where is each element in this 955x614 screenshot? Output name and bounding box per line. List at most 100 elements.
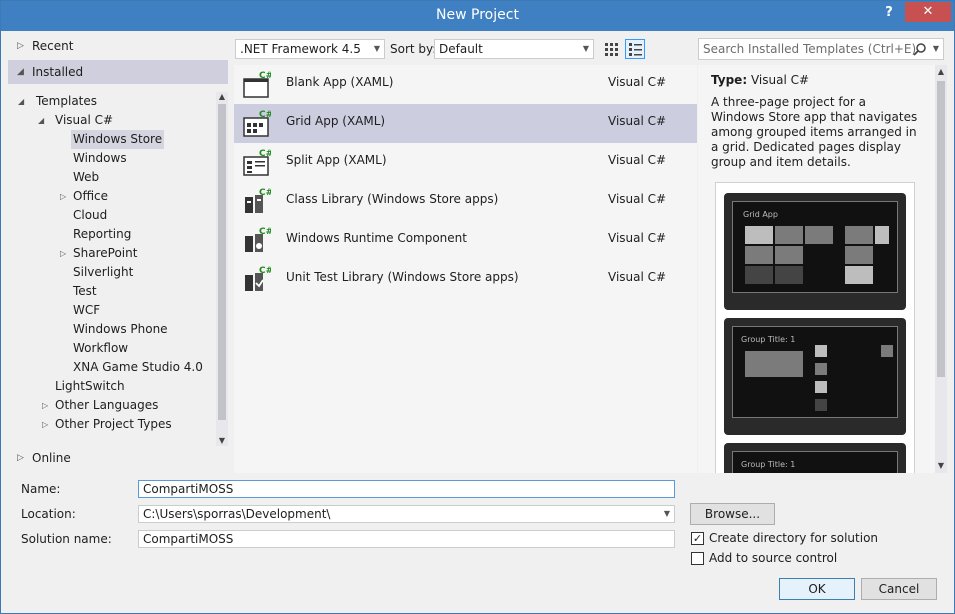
tree-item-windows[interactable]: Windows xyxy=(71,149,129,168)
tree-item-other-project-types[interactable]: Other Project Types xyxy=(53,415,174,434)
cancel-button-label: Cancel xyxy=(878,582,920,596)
dialog-title: New Project xyxy=(436,7,519,23)
tree-scrollbar[interactable]: ▲ ▼ xyxy=(216,92,228,446)
help-button[interactable]: ? xyxy=(881,5,897,21)
grid-app-icon: C# xyxy=(243,110,271,137)
template-language: Visual C# xyxy=(608,114,667,128)
scroll-up-arrow-icon[interactable]: ▲ xyxy=(935,67,947,77)
collapse-triangle-icon: ◢ xyxy=(17,67,24,77)
template-language: Visual C# xyxy=(608,192,667,206)
sort-select-value: Default xyxy=(439,42,483,56)
template-name: Unit Test Library (Windows Store apps) xyxy=(286,270,519,284)
template-language: Visual C# xyxy=(608,153,667,167)
browse-button-label: Browse... xyxy=(704,507,761,521)
tree-item-windows-store[interactable]: Windows Store xyxy=(71,130,165,149)
cancel-button[interactable]: Cancel xyxy=(861,578,937,600)
template-language: Visual C# xyxy=(608,75,667,89)
tree-item-lightswitch[interactable]: LightSwitch xyxy=(53,377,127,396)
preview-tile xyxy=(845,226,873,244)
preview-tile xyxy=(845,246,873,264)
tree-item-wcf[interactable]: WCF xyxy=(71,301,102,320)
blank-app-icon: C# xyxy=(243,71,271,98)
scroll-up-arrow-icon[interactable]: ▲ xyxy=(216,92,228,102)
grid-view-icon xyxy=(605,43,618,56)
scroll-down-arrow-icon[interactable]: ▼ xyxy=(935,461,947,471)
tree-item-web[interactable]: Web xyxy=(71,168,101,187)
template-language: Visual C# xyxy=(608,270,667,284)
svg-text:C#: C# xyxy=(259,227,271,237)
location-input[interactable]: C:\Users\sporras\Development\ ▼ xyxy=(138,505,675,523)
collapse-triangle-icon[interactable]: ◢ xyxy=(18,92,24,111)
scroll-thumb[interactable] xyxy=(218,104,226,420)
scroll-thumb[interactable] xyxy=(937,81,945,377)
class-library-icon: C# xyxy=(245,188,271,213)
split-app-icon: C# xyxy=(243,149,271,176)
details-scrollbar[interactable]: ▲ ▼ xyxy=(935,65,947,473)
framework-select[interactable]: .NET Framework 4.5 ▼ xyxy=(235,39,385,59)
expand-triangle-icon[interactable]: ▷ xyxy=(60,244,66,263)
expand-triangle-icon[interactable]: ▷ xyxy=(42,415,48,434)
section-installed[interactable]: ◢ Installed xyxy=(8,60,228,84)
list-view-button[interactable] xyxy=(625,39,645,59)
tree-item-workflow[interactable]: Workflow xyxy=(71,339,130,358)
section-online[interactable]: ▷ Online xyxy=(8,446,228,470)
template-name: Grid App (XAML) xyxy=(286,114,386,128)
section-online-label: Online xyxy=(32,451,71,465)
expand-triangle-icon[interactable]: ▷ xyxy=(60,187,66,206)
preview-tablet-3: Group Title: 1 xyxy=(724,443,906,473)
template-row-grid-app[interactable]: C# Grid App (XAML) Visual C# xyxy=(234,104,697,143)
svg-text:C#: C# xyxy=(259,110,271,120)
expand-triangle-icon[interactable]: ▷ xyxy=(42,396,48,415)
solution-name-label: Solution name: xyxy=(21,532,112,546)
runtime-component-icon: C# xyxy=(245,227,271,252)
tree-item-visual-csharp[interactable]: Visual C# xyxy=(53,111,115,130)
preview-screen: Grid App xyxy=(732,201,898,293)
preview-screen: Group Title: 1 xyxy=(732,451,898,473)
template-language: Visual C# xyxy=(608,231,667,245)
template-type: Type: Visual C# xyxy=(711,73,809,87)
ok-button-label: OK xyxy=(808,582,826,596)
template-row-blank-app[interactable]: C# Blank App (XAML) Visual C# xyxy=(234,65,697,104)
tree-item-other-languages[interactable]: Other Languages xyxy=(53,396,160,415)
tree-item-silverlight[interactable]: Silverlight xyxy=(71,263,135,282)
tree-item-test[interactable]: Test xyxy=(71,282,99,301)
solution-name-input[interactable]: CompartiMOSS xyxy=(138,530,675,548)
template-row-split-app[interactable]: C# Split App (XAML) Visual C# xyxy=(234,143,697,182)
location-value: C:\Users\sporras\Development\ xyxy=(143,507,331,521)
sort-by-label: Sort by: xyxy=(390,42,437,56)
browse-button[interactable]: Browse... xyxy=(690,503,775,525)
tree-item-office[interactable]: Office xyxy=(71,187,110,206)
chevron-down-icon[interactable]: ▼ xyxy=(664,506,670,522)
tree-item-sharepoint[interactable]: SharePoint xyxy=(71,244,139,263)
svg-text:C#: C# xyxy=(259,149,271,159)
create-directory-checkbox[interactable]: ✓ xyxy=(691,532,704,545)
location-label: Location: xyxy=(21,507,76,521)
template-row-runtime-component[interactable]: C# Windows Runtime Component Visual C# xyxy=(234,221,697,260)
svg-text:C#: C# xyxy=(259,188,271,198)
search-input[interactable]: Search Installed Templates (Ctrl+E) ▼ xyxy=(698,38,944,60)
source-control-checkbox[interactable] xyxy=(691,552,704,565)
small-icons-view-button[interactable] xyxy=(601,39,621,59)
close-button[interactable]: ✕ xyxy=(905,2,951,22)
tree-item-templates[interactable]: Templates xyxy=(34,92,99,111)
chevron-down-icon[interactable]: ▼ xyxy=(933,39,939,59)
template-row-class-library[interactable]: C# Class Library (Windows Store apps) Vi… xyxy=(234,182,697,221)
template-name: Split App (XAML) xyxy=(286,153,387,167)
svg-text:C#: C# xyxy=(259,266,271,276)
preview-tile xyxy=(745,246,773,264)
ok-button[interactable]: OK xyxy=(779,578,855,600)
title-bar: New Project ? ✕ xyxy=(1,1,954,31)
expand-triangle-icon: ▷ xyxy=(17,41,24,51)
name-input[interactable]: CompartiMOSS xyxy=(138,480,675,498)
tree-item-cloud[interactable]: Cloud xyxy=(71,206,109,225)
chevron-down-icon: ▼ xyxy=(582,44,589,53)
collapse-triangle-icon[interactable]: ◢ xyxy=(38,111,44,130)
template-row-unit-test[interactable]: C# Unit Test Library (Windows Store apps… xyxy=(234,260,697,299)
scroll-down-arrow-icon[interactable]: ▼ xyxy=(216,436,228,446)
sort-select[interactable]: Default ▼ xyxy=(434,39,594,59)
section-recent[interactable]: ▷ Recent xyxy=(8,34,228,58)
tree-item-windows-phone[interactable]: Windows Phone xyxy=(71,320,170,339)
tree-item-reporting[interactable]: Reporting xyxy=(71,225,133,244)
tree-item-xna[interactable]: XNA Game Studio 4.0 xyxy=(71,358,205,377)
preview-tile xyxy=(775,246,803,264)
